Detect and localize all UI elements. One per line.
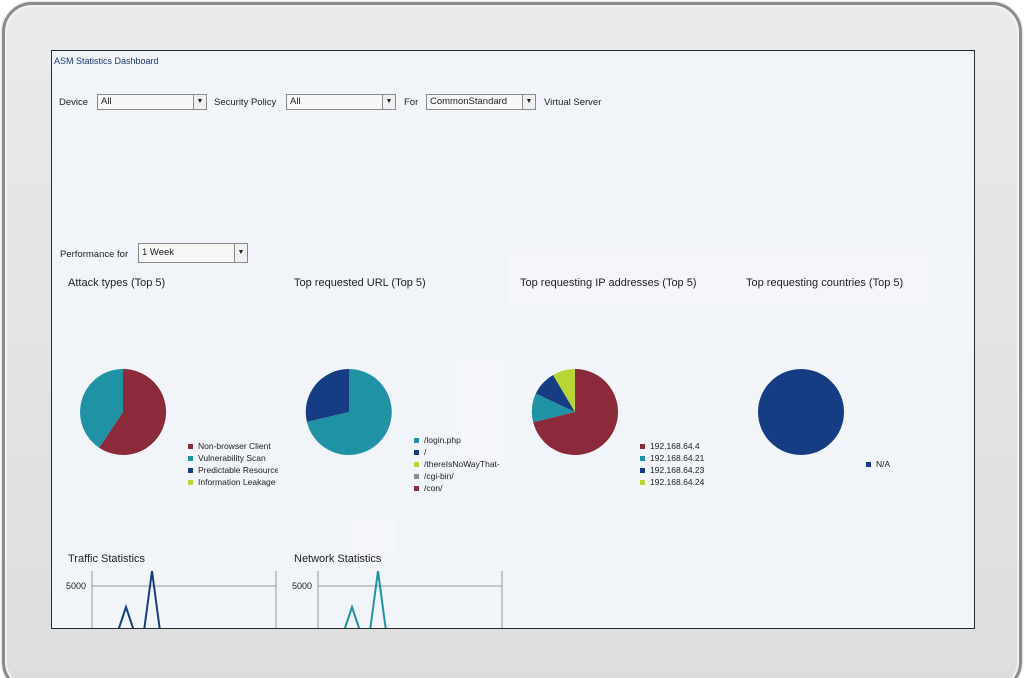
top-ip-panel: Top requesting IP addresses (Top 5) 192.…: [504, 251, 732, 511]
security-policy-select-value: All: [290, 96, 301, 107]
legend-item: Information Leakage: [188, 476, 278, 488]
legend-label: /login.php: [424, 435, 461, 445]
legend-label: /con/: [424, 483, 443, 493]
legend-item: 192.168.64.24: [640, 476, 730, 488]
legend-label: Vulnerability Scan: [198, 453, 266, 463]
legend-swatch: [866, 461, 871, 467]
legend-item: /login.php: [414, 434, 502, 446]
legend-swatch: [414, 485, 419, 491]
top-countries-panel: Top requesting countries (Top 5) N/A: [730, 251, 958, 511]
legend-swatch: [414, 461, 419, 467]
security-policy-label: Security Policy: [214, 97, 277, 108]
traffic-statistics-title: Traffic Statistics: [68, 553, 146, 565]
legend-item: 192.168.64.4: [640, 440, 730, 452]
device-select-value: All: [101, 96, 112, 107]
top-ip-pie: [531, 369, 618, 455]
stats-header-bg: [346, 517, 396, 557]
top-countries-title: Top requesting countries (Top 5): [746, 277, 904, 289]
device-select[interactable]: All ▼: [97, 94, 207, 110]
legend-item: 192.168.64.21: [640, 452, 730, 464]
legend-swatch: [414, 449, 419, 455]
traffic-statistics-chart: 5000: [66, 570, 277, 628]
attack-types-title: Attack types (Top 5): [68, 277, 166, 289]
legend-item: /thereIsNoWayThat-: [414, 458, 502, 470]
legend-item: /: [414, 446, 502, 458]
top-ip-title: Top requesting IP addresses (Top 5): [520, 277, 697, 289]
legend-swatch: [188, 455, 193, 461]
legend-swatch: [414, 437, 419, 443]
network-series-line: [343, 570, 387, 628]
legend-swatch: [414, 473, 419, 479]
chevron-down-icon[interactable]: ▼: [382, 95, 395, 109]
chevron-down-icon[interactable]: ▼: [522, 95, 535, 109]
legend-item: 192.168.64.23: [640, 464, 730, 476]
legend-label: 192.168.64.21: [650, 453, 705, 463]
legend-swatch: [640, 467, 645, 473]
legend-item: /con/: [414, 482, 502, 494]
virtual-server-label: Virtual Server: [544, 97, 602, 108]
legend-label: Information Leakage: [198, 477, 276, 487]
legend-swatch: [188, 479, 193, 485]
legend-label: Non-browser Client: [198, 441, 271, 451]
top-url-panel: Top requested URL (Top 5) /login.php / /…: [278, 251, 506, 511]
top-countries-legend: N/A: [866, 458, 926, 470]
top-url-pie: [305, 368, 392, 455]
traffic-y-tick: 5000: [66, 581, 86, 591]
attack-types-pie: [80, 368, 167, 455]
virtual-server-select[interactable]: CommonStandard ▼: [426, 94, 536, 110]
traffic-series-line: [117, 570, 161, 628]
legend-item: N/A: [866, 458, 926, 470]
legend-swatch: [640, 479, 645, 485]
legend-label: /: [424, 447, 427, 457]
network-y-tick: 5000: [292, 581, 312, 591]
legend-label: /thereIsNoWayThat-: [424, 459, 500, 469]
top-countries-pie: [758, 369, 844, 455]
top-countries-slice-na: [758, 369, 844, 455]
legend-item: Predictable Resource: [188, 464, 278, 476]
chevron-down-icon[interactable]: ▼: [193, 95, 206, 109]
legend-label: 192.168.64.24: [650, 477, 705, 487]
legend-label: 192.168.64.23: [650, 465, 705, 475]
legend-swatch: [640, 455, 645, 461]
top-ip-legend: 192.168.64.4 192.168.64.21 192.168.64.23…: [640, 440, 730, 488]
legend-item: Vulnerability Scan: [188, 452, 278, 464]
legend-label: /cgi-bin/: [424, 471, 454, 481]
legend-swatch: [188, 443, 193, 449]
device-label: Device: [59, 97, 89, 108]
security-policy-select[interactable]: All ▼: [286, 94, 396, 110]
network-statistics-chart: 5000: [292, 570, 503, 628]
legend-swatch: [188, 467, 193, 473]
attack-types-legend: Non-browser Client Vulnerability Scan Pr…: [188, 440, 278, 488]
page-title: ASM Statistics Dashboard: [54, 56, 159, 66]
for-label: For: [404, 97, 419, 108]
dashboard-screen: ASM Statistics Dashboard Device All ▼ Se…: [51, 50, 975, 629]
legend-item: /cgi-bin/: [414, 470, 502, 482]
top-url-legend: /login.php / /thereIsNoWayThat- /cgi-bin…: [414, 434, 502, 494]
attack-types-panel: Attack types (Top 5) Non-browser Client …: [52, 251, 280, 511]
legend-label: 192.168.64.4: [650, 441, 700, 451]
legend-swatch: [640, 443, 645, 449]
network-statistics-title: Network Statistics: [294, 553, 382, 565]
top-url-title: Top requested URL (Top 5): [294, 277, 426, 289]
legend-label: N/A: [876, 459, 891, 469]
legend-label: Predictable Resource: [198, 465, 278, 475]
legend-item: Non-browser Client: [188, 440, 278, 452]
virtual-server-select-value: CommonStandard: [430, 96, 508, 107]
